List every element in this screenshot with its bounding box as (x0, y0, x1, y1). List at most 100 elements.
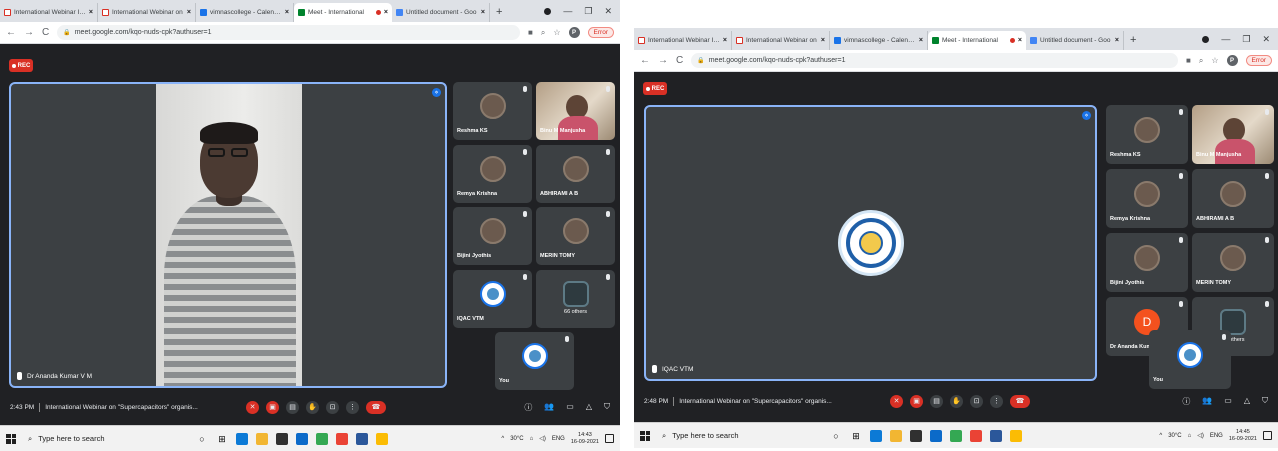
pin-icon[interactable]: ⋄ (1082, 111, 1091, 120)
close-tab-icon[interactable]: × (919, 37, 923, 44)
notification-icon[interactable] (1263, 431, 1272, 440)
taskbar-clock[interactable]: 14:43 16-09-2021 (571, 432, 599, 446)
new-tab-button[interactable]: + (1124, 31, 1142, 50)
raise-hand-icon[interactable]: ✋ (950, 394, 963, 408)
more-options-icon[interactable]: ⋮ (346, 400, 359, 414)
close-tab-icon[interactable]: × (285, 9, 289, 16)
host-controls-icon[interactable]: ⛉ (604, 402, 610, 413)
url-input[interactable]: 🔒 meet.google.com/kqo-nuds-cpk?authuser=1 (691, 53, 1179, 68)
more-options-icon[interactable]: ⋮ (990, 394, 1003, 408)
participant-tile[interactable]: MERIN TOMY (1192, 233, 1274, 292)
participant-tile[interactable]: Reshma KS (1106, 105, 1188, 164)
close-tab-icon[interactable]: × (723, 37, 727, 44)
browser-tab[interactable]: Untitled document - Goo × (1026, 31, 1124, 50)
close-tab-icon[interactable]: × (821, 37, 825, 44)
back-icon[interactable]: ← (6, 27, 16, 38)
browser-tab[interactable]: Untitled document - Goo × (392, 3, 490, 22)
error-button[interactable]: Error (1245, 55, 1272, 66)
captions-icon[interactable]: ▤ (286, 400, 299, 414)
pin-icon[interactable]: ⋄ (432, 88, 441, 97)
profile-avatar[interactable]: P (1226, 55, 1238, 66)
close-tab-icon[interactable]: × (1018, 37, 1022, 44)
browser-tab[interactable]: International Webinar Invi × (0, 3, 98, 22)
browser-tab[interactable]: International Webinar on × (732, 31, 830, 50)
chrome-icon[interactable] (970, 429, 982, 442)
cortana-icon[interactable]: ○ (196, 433, 208, 445)
notification-icon[interactable] (605, 434, 614, 443)
close-tab-icon[interactable]: × (1115, 37, 1119, 44)
participant-tile[interactable]: ABHIRAMI A B (536, 145, 615, 203)
participant-tile[interactable]: Binu M Manjusha (536, 82, 615, 140)
taskbar-search-box[interactable]: ⌕ Type here to search (656, 427, 824, 445)
chrome-icon[interactable] (316, 432, 328, 445)
browser-tab[interactable]: Meet - International × (294, 3, 392, 22)
chrome-icon[interactable] (376, 432, 388, 445)
participant-tile[interactable]: MERIN TOMY (536, 207, 615, 265)
store-icon[interactable] (910, 429, 922, 442)
activities-icon[interactable]: △ (586, 402, 592, 413)
close-tab-icon[interactable]: × (481, 9, 485, 16)
volume-icon[interactable]: ◁) (1197, 432, 1204, 439)
mic-off-icon[interactable]: ✕ (890, 394, 903, 408)
close-window-icon[interactable]: ✕ (604, 6, 612, 17)
close-tab-icon[interactable]: × (89, 9, 93, 16)
tab-search-icon[interactable] (1202, 35, 1210, 43)
profile-avatar[interactable]: P (568, 27, 580, 38)
new-tab-button[interactable]: + (490, 3, 508, 22)
minimize-icon[interactable]: — (1221, 34, 1230, 44)
maximize-icon[interactable]: ❐ (584, 6, 592, 17)
participant-tile[interactable]: ABHIRAMI A B (1192, 169, 1274, 228)
camera-icon[interactable]: ■ (1186, 56, 1191, 65)
participant-tile[interactable]: You (1149, 330, 1231, 389)
forward-icon[interactable]: → (24, 27, 34, 38)
word-icon[interactable] (990, 429, 1002, 442)
windows-start-icon[interactable] (6, 433, 16, 444)
participant-tile[interactable]: Bijini Jyothis (1106, 233, 1188, 292)
mail-icon[interactable] (296, 432, 308, 445)
participant-tile[interactable]: Binu M Manjusha (1192, 105, 1274, 164)
file-explorer-icon[interactable] (890, 429, 902, 442)
back-icon[interactable]: ← (640, 55, 650, 66)
close-tab-icon[interactable]: × (384, 9, 388, 16)
bookmark-star-icon[interactable]: ☆ (553, 28, 560, 37)
participant-tile[interactable]: Reshma KS (453, 82, 532, 140)
language-indicator[interactable]: ENG (1210, 433, 1223, 439)
chrome-icon[interactable] (950, 429, 962, 442)
people-icon[interactable]: 👥 (1202, 396, 1212, 407)
info-icon[interactable]: ⓘ (1182, 396, 1190, 407)
tab-search-icon[interactable] (544, 7, 552, 15)
mic-off-icon[interactable]: ✕ (246, 400, 259, 414)
task-view-icon[interactable]: ⊞ (850, 430, 862, 442)
taskbar-clock[interactable]: 14:45 16-09-2021 (1229, 429, 1257, 443)
browser-tab[interactable]: International Webinar Invi × (634, 31, 732, 50)
participant-tile[interactable]: Remya Krishna (453, 145, 532, 203)
show-hidden-icons-icon[interactable]: ^ (1159, 433, 1162, 439)
windows-start-icon[interactable] (640, 430, 650, 441)
host-controls-icon[interactable]: ⛉ (1262, 396, 1268, 407)
zoom-icon[interactable]: ⌕ (541, 28, 545, 38)
browser-tab[interactable]: vimnascollege - Calendar × (196, 3, 294, 22)
participant-tile[interactable]: Bijini Jyothis (453, 207, 532, 265)
browser-tab[interactable]: vimnascollege - Calendar × (830, 31, 928, 50)
end-call-icon[interactable]: ☎ (366, 400, 386, 414)
chrome-icon[interactable] (336, 432, 348, 445)
word-icon[interactable] (356, 432, 368, 445)
mail-icon[interactable] (930, 429, 942, 442)
url-input[interactable]: 🔒 meet.google.com/kqo-nuds-cpk?authuser=1 (57, 25, 521, 40)
maximize-icon[interactable]: ❐ (1242, 34, 1250, 45)
captions-icon[interactable]: ▤ (930, 394, 943, 408)
camera-off-icon[interactable]: ▣ (910, 394, 923, 408)
bookmark-star-icon[interactable]: ☆ (1211, 56, 1218, 65)
participant-tile[interactable]: 66 others (536, 270, 615, 328)
end-call-icon[interactable]: ☎ (1010, 394, 1030, 408)
close-tab-icon[interactable]: × (187, 9, 191, 16)
edge-icon[interactable] (870, 429, 882, 442)
chat-icon[interactable]: ▭ (566, 402, 574, 413)
camera-icon[interactable]: ■ (528, 28, 533, 37)
forward-icon[interactable]: → (658, 55, 668, 66)
language-indicator[interactable]: ENG (552, 436, 565, 442)
file-explorer-icon[interactable] (256, 432, 268, 445)
present-icon[interactable]: ⊡ (326, 400, 339, 414)
info-icon[interactable]: ⓘ (524, 402, 532, 413)
zoom-icon[interactable]: ⌕ (1199, 56, 1203, 66)
